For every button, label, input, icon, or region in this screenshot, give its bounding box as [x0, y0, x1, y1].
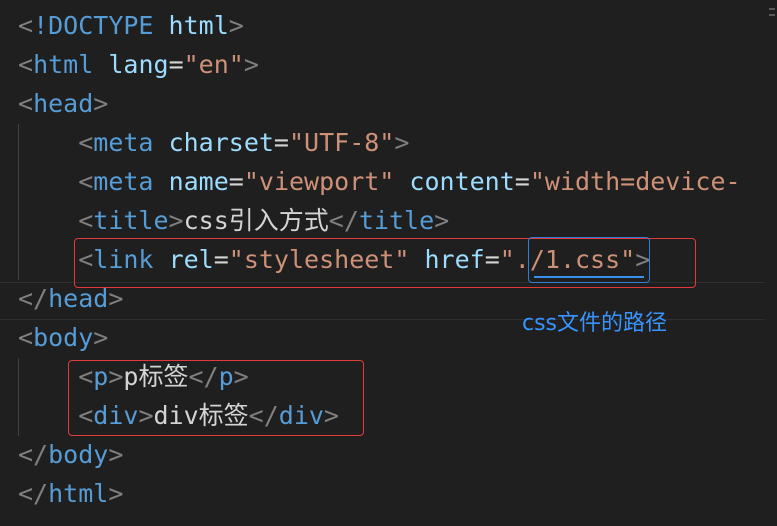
code-token-bracket: >: [108, 440, 124, 469]
code-line[interactable]: <!DOCTYPE html>: [18, 6, 244, 45]
code-token-attr: html: [168, 11, 229, 40]
code-token-text: =: [168, 50, 184, 79]
code-token-tag: head: [33, 89, 94, 118]
css-path-annotation: css文件的路径: [522, 311, 668, 336]
code-line[interactable]: <meta name="viewport" content="width=dev…: [18, 162, 741, 201]
code-line[interactable]: <head>: [18, 84, 108, 123]
code-token-text: =: [273, 128, 289, 157]
code-token-bracket: >: [394, 128, 410, 157]
code-token-bracket: </: [18, 440, 49, 469]
code-token-bracket: >: [228, 11, 244, 40]
code-token-tag: !DOCTYPE: [33, 11, 154, 40]
code-token-bracket: <: [78, 128, 94, 157]
scrollbar-marker: [769, 14, 775, 16]
code-token-bracket: <: [78, 206, 94, 235]
vertical-scrollbar[interactable]: [765, 0, 777, 526]
scrollbar-marker: [769, 8, 775, 10]
code-token-str: "width=device-: [529, 167, 741, 196]
code-token-tag: html: [48, 479, 109, 508]
code-token-tag: head: [48, 284, 109, 313]
code-token-bracket: <: [18, 89, 34, 118]
code-editor[interactable]: <!DOCTYPE html> <html lang="en"> <head> <m…: [0, 0, 777, 526]
code-token-bracket: <: [18, 50, 34, 79]
code-token-text: =: [228, 167, 244, 196]
code-token-tag: meta: [93, 128, 154, 157]
code-line[interactable]: </html>: [18, 474, 123, 513]
code-token-bracket: >: [108, 479, 124, 508]
body-content-highlight-box: [68, 360, 364, 436]
code-line[interactable]: </body>: [18, 435, 123, 474]
code-token-tag: body: [48, 440, 109, 469]
code-token-bracket: >: [93, 323, 109, 352]
code-token-tag: title: [93, 206, 169, 235]
code-token-text: =: [514, 167, 530, 196]
code-token-bracket: >: [108, 284, 124, 313]
code-token-str: "viewport": [243, 167, 395, 196]
code-token-bracket: </: [18, 479, 49, 508]
code-token-bracket: <: [78, 167, 94, 196]
code-token-text: css引入方式: [183, 206, 329, 235]
code-token-bracket: <: [18, 11, 34, 40]
code-token-attr: name: [168, 167, 229, 196]
code-token-bracket: </: [18, 284, 49, 313]
code-line[interactable]: <meta charset="UTF-8">: [18, 123, 409, 162]
code-token-attr: lang: [108, 50, 169, 79]
code-token-tag: meta: [93, 167, 154, 196]
code-token-attr: content: [409, 167, 515, 196]
code-line[interactable]: <title>css引入方式</title>: [18, 201, 449, 240]
href-value-underline: [534, 276, 644, 278]
code-line[interactable]: <body>: [18, 318, 108, 357]
code-token-tag: title: [358, 206, 435, 235]
code-token-bracket: <: [18, 323, 34, 352]
code-token-bracket: >: [434, 206, 450, 235]
code-token-tag: body: [33, 323, 94, 352]
code-token-bracket: </: [328, 206, 359, 235]
code-token-attr: charset: [168, 128, 274, 157]
code-token-str: "UTF-8": [288, 128, 395, 157]
code-token-bracket: >: [168, 206, 184, 235]
code-token-bracket: >: [243, 50, 259, 79]
code-line[interactable]: <html lang="en">: [18, 45, 259, 84]
code-token-bracket: >: [93, 89, 109, 118]
code-token-tag: html: [33, 50, 94, 79]
code-token-str: "en": [183, 50, 244, 79]
